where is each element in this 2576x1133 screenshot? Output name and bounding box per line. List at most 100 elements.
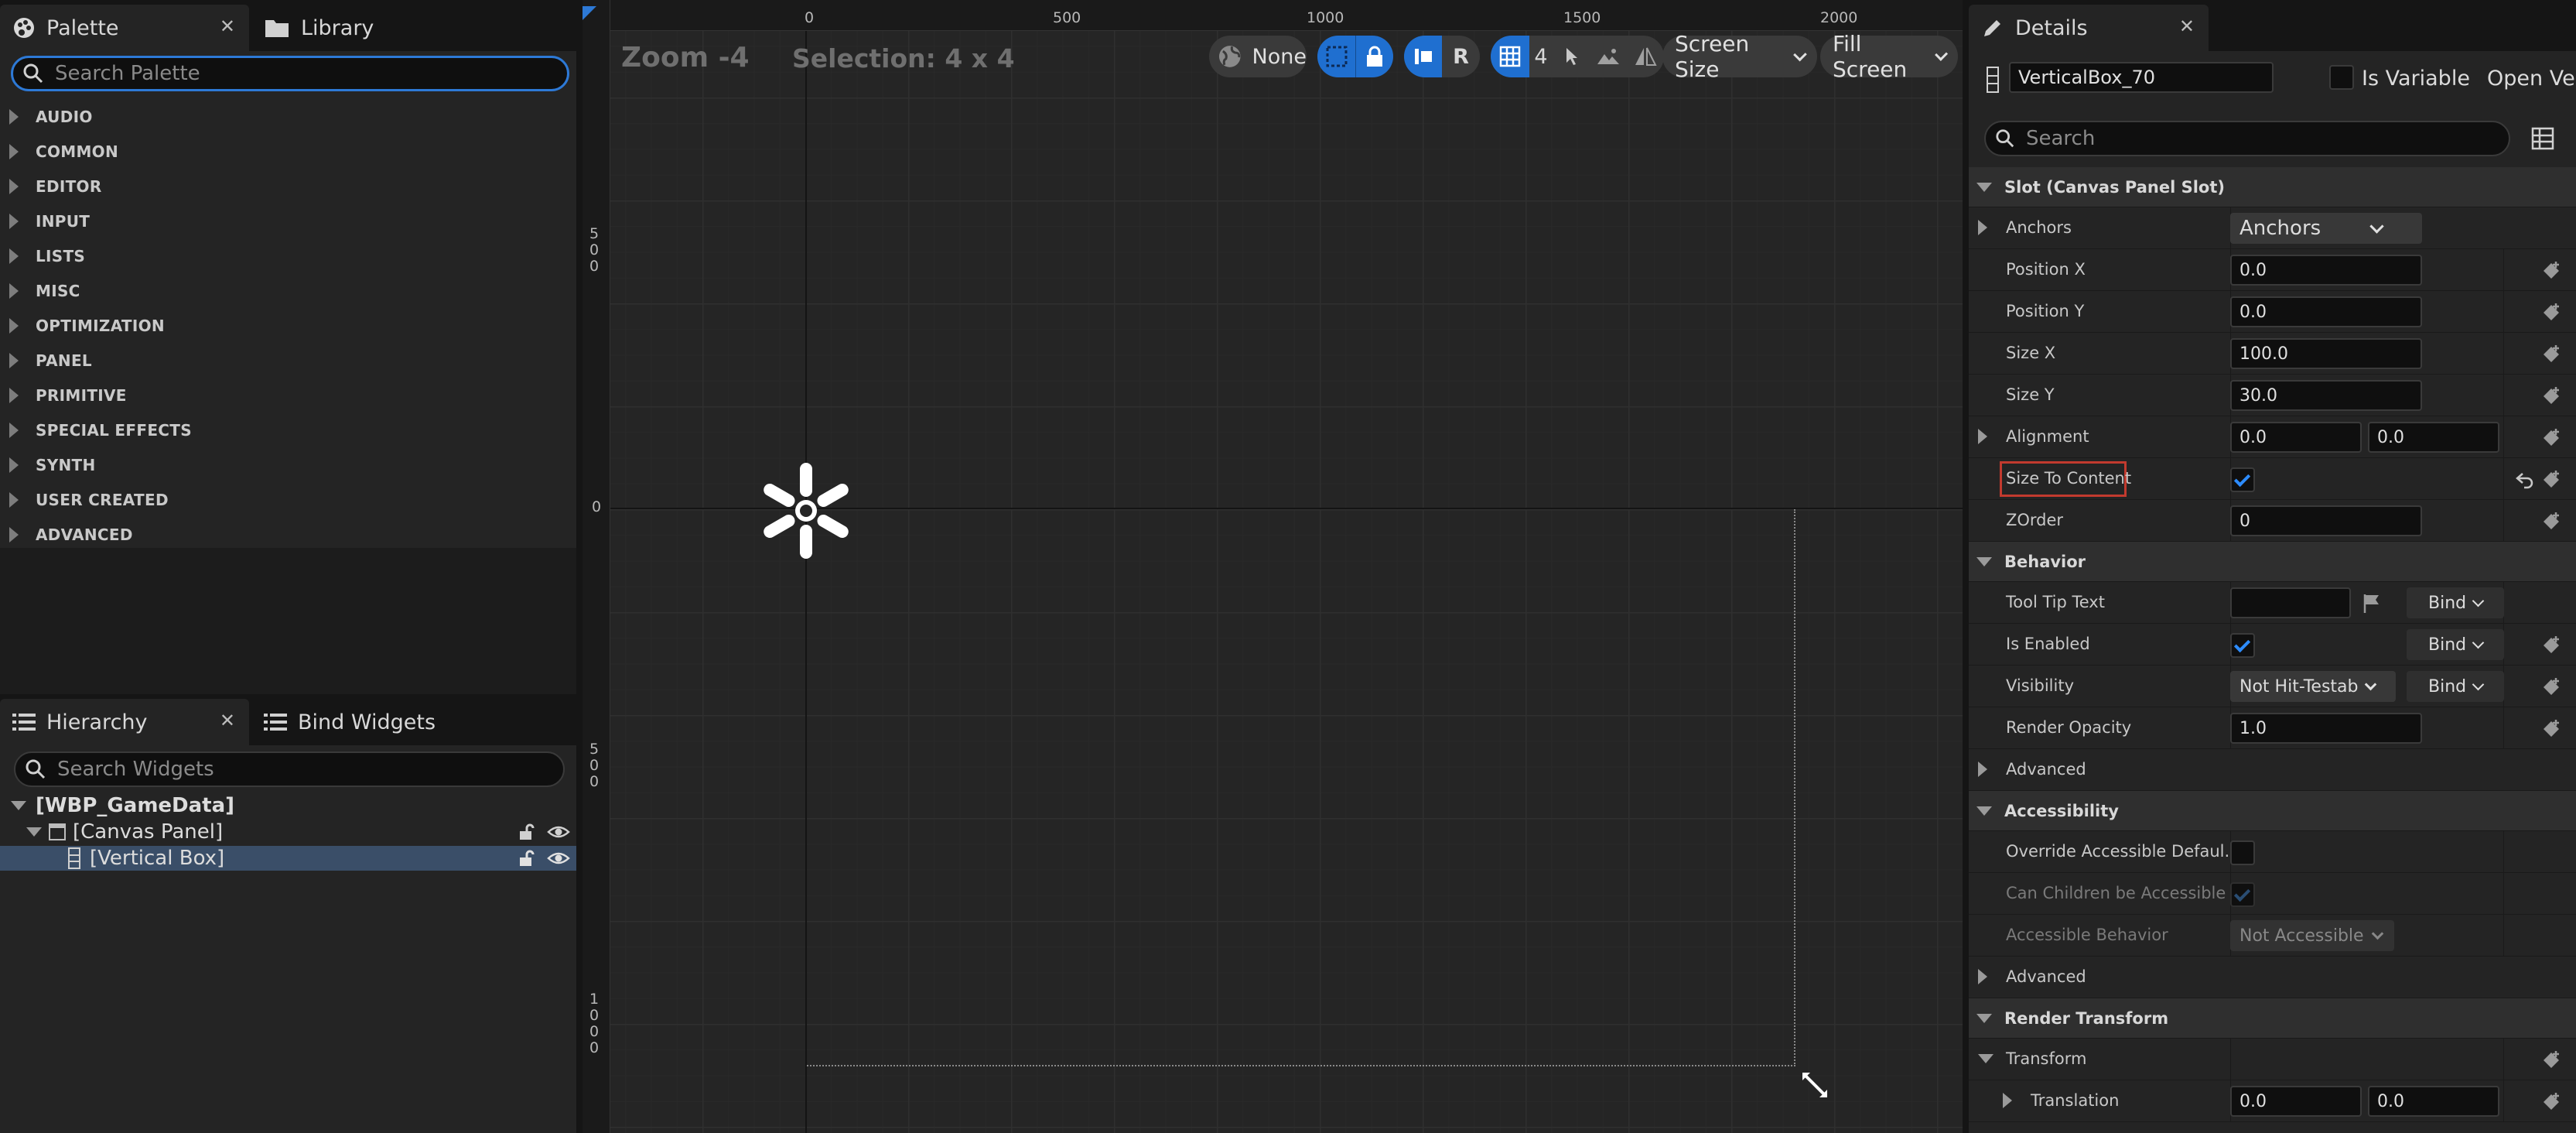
expand-arrow-icon[interactable] — [1978, 429, 1987, 444]
eye-icon[interactable] — [547, 849, 570, 868]
tab-hierarchy[interactable]: Hierarchy ✕ — [0, 699, 249, 745]
category-input[interactable]: INPUT — [0, 204, 576, 238]
category-audio[interactable]: AUDIO — [0, 99, 576, 134]
keyframe-icon[interactable] — [2540, 676, 2562, 698]
grid-snap-toggle[interactable] — [1491, 36, 1529, 77]
fill-screen-dropdown[interactable]: Fill Screen — [1820, 31, 1958, 82]
tab-details[interactable]: Details ✕ — [1969, 5, 2209, 51]
visibility-dropdown[interactable]: Not Hit-Testab — [2230, 671, 2396, 702]
keyframe-icon[interactable] — [2540, 260, 2562, 282]
palette-search-input[interactable] — [55, 62, 518, 85]
section-behavior[interactable]: Behavior — [1969, 542, 2576, 582]
close-icon[interactable]: ✕ — [2179, 15, 2195, 37]
render-opacity-input[interactable]: 1.0 — [2230, 713, 2422, 744]
is-variable-checkbox[interactable] — [2329, 65, 2354, 90]
background-button[interactable] — [1590, 36, 1627, 77]
palette-search[interactable] — [11, 56, 569, 91]
reset-arrow-icon[interactable] — [2515, 469, 2535, 489]
keyframe-icon[interactable] — [2540, 1091, 2562, 1113]
collapse-arrow-icon[interactable] — [11, 801, 26, 810]
section-accessibility[interactable]: Accessibility — [1969, 791, 2576, 831]
category-advanced[interactable]: ADVANCED — [0, 517, 576, 552]
section-slot[interactable]: Slot (Canvas Panel Slot) — [1969, 167, 2576, 207]
zorder-input[interactable]: 0 — [2230, 505, 2422, 536]
checkmark-icon — [2233, 635, 2251, 653]
category-synth[interactable]: SYNTH — [0, 447, 576, 482]
prop-advanced-accessibility[interactable]: Advanced — [1969, 957, 2576, 998]
tab-palette[interactable]: Palette ✕ — [0, 5, 249, 51]
tooltip-text-input[interactable] — [2230, 587, 2351, 618]
keyframe-icon[interactable] — [2540, 302, 2562, 323]
canvas-widget-bounds[interactable] — [807, 509, 1795, 1066]
table-view-icon[interactable] — [2531, 127, 2554, 150]
position-y-input[interactable]: 0.0 — [2230, 296, 2422, 327]
position-x-input[interactable]: 0.0 — [2230, 255, 2422, 286]
keyframe-icon[interactable] — [2540, 344, 2562, 365]
close-icon[interactable]: ✕ — [220, 15, 235, 37]
keyframe-icon[interactable] — [2540, 427, 2562, 449]
translation-x-input[interactable]: 0.0 — [2230, 1086, 2362, 1117]
size-y-input[interactable]: 30.0 — [2230, 380, 2422, 411]
keyframe-icon[interactable] — [2540, 718, 2562, 740]
tab-bind-widgets[interactable]: Bind Widgets — [251, 699, 530, 745]
category-common[interactable]: COMMON — [0, 134, 576, 169]
section-render-transform[interactable]: Render Transform — [1969, 998, 2576, 1039]
size-to-content-checkbox[interactable] — [2230, 467, 2255, 492]
widget-name-input[interactable]: VerticalBox_70 — [2009, 62, 2274, 93]
expand-arrow-icon[interactable] — [1978, 220, 1987, 235]
eye-icon[interactable] — [547, 823, 570, 841]
keyframe-icon[interactable] — [2540, 1049, 2562, 1071]
chevron-down-icon — [2369, 218, 2384, 234]
tab-library[interactable]: Library — [251, 5, 507, 51]
translation-y-input[interactable]: 0.0 — [2368, 1086, 2499, 1117]
collapse-arrow-icon[interactable] — [26, 827, 42, 837]
screen-size-dropdown[interactable]: Screen Size — [1662, 31, 1817, 82]
prop-advanced[interactable]: Advanced — [1969, 749, 2576, 791]
category-editor[interactable]: EDITOR — [0, 169, 576, 204]
anchors-dropdown[interactable]: Anchors — [2230, 213, 2422, 244]
keyframe-icon[interactable] — [2540, 511, 2562, 532]
close-icon[interactable]: ✕ — [220, 710, 235, 731]
dashed-outline-toggle[interactable] — [1317, 36, 1355, 77]
expand-arrow-icon[interactable] — [1978, 762, 1987, 777]
alignment-y-input[interactable]: 0.0 — [2368, 422, 2499, 453]
category-special-effects[interactable]: SPECIAL EFFECTS — [0, 412, 576, 447]
details-search-input[interactable] — [2026, 127, 2463, 150]
category-primitive[interactable]: PRIMITIVE — [0, 378, 576, 412]
collapse-arrow-icon[interactable] — [1978, 1054, 1993, 1063]
category-misc[interactable]: MISC — [0, 273, 576, 308]
open-widget-link[interactable]: Open Vert — [2487, 67, 2576, 91]
layout-toggle[interactable] — [1404, 36, 1442, 77]
details-search[interactable] — [1984, 121, 2510, 156]
lock-open-icon[interactable] — [518, 823, 536, 841]
override-accessible-checkbox[interactable] — [2230, 840, 2255, 865]
grid-snap-value[interactable]: 4 — [1529, 36, 1553, 77]
alignment-x-input[interactable]: 0.0 — [2230, 422, 2362, 453]
category-user-created[interactable]: USER CREATED — [0, 482, 576, 517]
category-lists[interactable]: LISTS — [0, 238, 576, 273]
keyframe-icon[interactable] — [2540, 385, 2562, 407]
anchor-gizmo-icon[interactable] — [757, 461, 856, 560]
expand-arrow-icon[interactable] — [2003, 1093, 2012, 1108]
tree-item-wbp-gamedata[interactable]: [WBP_GameData] — [0, 793, 576, 818]
category-optimization[interactable]: OPTIMIZATION — [0, 308, 576, 343]
expand-arrow-icon[interactable] — [1978, 969, 1987, 984]
bind-dropdown[interactable]: Bind — [2407, 671, 2504, 702]
localization-preview-button[interactable]: None — [1209, 36, 1307, 77]
bind-dropdown[interactable]: Bind — [2407, 587, 2504, 618]
hierarchy-search-input[interactable] — [57, 758, 515, 781]
bind-dropdown[interactable]: Bind — [2407, 629, 2504, 660]
tree-item-vertical-box[interactable]: [Vertical Box] — [0, 846, 576, 871]
cursor-button[interactable] — [1553, 36, 1590, 77]
size-x-input[interactable]: 100.0 — [2230, 338, 2422, 369]
lock-open-icon[interactable] — [518, 849, 536, 868]
keyframe-icon[interactable] — [2540, 635, 2562, 656]
flag-icon[interactable] — [2362, 593, 2382, 614]
category-panel[interactable]: PANEL — [0, 343, 576, 378]
tree-item-canvas-panel[interactable]: [Canvas Panel] — [0, 820, 576, 844]
hierarchy-search[interactable] — [14, 751, 565, 787]
resize-handle-icon[interactable] — [1799, 1070, 1830, 1100]
chevron-down-icon — [1934, 47, 1948, 61]
is-enabled-checkbox[interactable] — [2230, 633, 2255, 658]
keyframe-icon[interactable] — [2540, 469, 2562, 491]
